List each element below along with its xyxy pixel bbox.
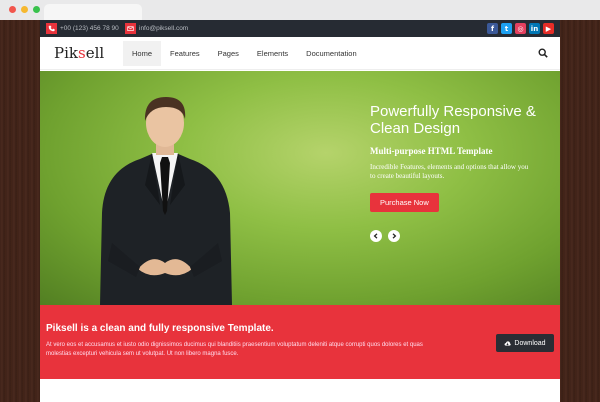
- purchase-now-button[interactable]: Purchase Now: [370, 193, 439, 212]
- maximize-window-dot[interactable]: [33, 6, 40, 13]
- social-links: f t ◎ in ▶: [487, 23, 554, 34]
- nav-item-features[interactable]: Features: [161, 41, 209, 66]
- mail-icon: [125, 23, 136, 34]
- nav-item-elements[interactable]: Elements: [248, 41, 297, 66]
- hero-description: Incredible Features, elements and option…: [370, 163, 529, 180]
- main-nav: Home Features Pages Elements Documentation: [123, 41, 366, 66]
- chevron-right-icon: [392, 233, 397, 239]
- download-label: Download: [514, 339, 546, 347]
- topbar-phone: +00 (123) 456 78 90: [46, 20, 119, 37]
- promo-banner: Piksell is a clean and fully responsive …: [40, 305, 560, 379]
- navbar: Piksell Home Features Pages Elements Documen…: [40, 37, 560, 70]
- phone-number: +00 (123) 456 78 90: [60, 25, 119, 32]
- nav-item-pages[interactable]: Pages: [209, 41, 248, 66]
- search-icon[interactable]: [538, 48, 548, 58]
- website: +00 (123) 456 78 90 info@piksell.com f t ◎…: [40, 20, 560, 402]
- hero-slider: Powerfully Responsive & Clean Design Mul…: [40, 71, 560, 305]
- hero-title: Powerfully Responsive & Clean Design: [370, 103, 536, 137]
- email-address: info@piksell.com: [139, 25, 189, 32]
- twitter-icon[interactable]: t: [501, 23, 512, 34]
- minimize-window-dot[interactable]: [21, 6, 28, 13]
- youtube-icon[interactable]: ▶: [543, 23, 554, 34]
- download-button[interactable]: Download: [496, 334, 554, 352]
- hero-subtitle: Multi-purpose HTML Template: [370, 146, 493, 156]
- slider-next-button[interactable]: [388, 230, 400, 242]
- topbar: +00 (123) 456 78 90 info@piksell.com f t ◎…: [40, 20, 560, 37]
- facebook-icon[interactable]: f: [487, 23, 498, 34]
- promo-description: At vero eos et accusamus et iusto odio d…: [46, 342, 423, 357]
- chevron-left-icon: [373, 233, 378, 239]
- browser-tab[interactable]: [44, 4, 142, 20]
- instagram-icon[interactable]: ◎: [515, 23, 526, 34]
- businessman-image: [100, 97, 232, 305]
- topbar-email[interactable]: info@piksell.com: [125, 20, 188, 37]
- hero-caption: Powerfully Responsive & Clean Design Mul…: [370, 103, 555, 212]
- close-window-dot[interactable]: [9, 6, 16, 13]
- cloud-download-icon: [504, 340, 512, 346]
- promo-title: Piksell is a clean and fully responsive …: [46, 323, 274, 334]
- phone-icon: [46, 23, 57, 34]
- site-logo[interactable]: Piksell: [54, 44, 104, 62]
- linkedin-icon[interactable]: in: [529, 23, 540, 34]
- slider-prev-button[interactable]: [370, 230, 382, 242]
- browser-chrome: [0, 0, 600, 20]
- nav-item-home[interactable]: Home: [123, 41, 162, 66]
- nav-item-documentation[interactable]: Documentation: [297, 41, 365, 66]
